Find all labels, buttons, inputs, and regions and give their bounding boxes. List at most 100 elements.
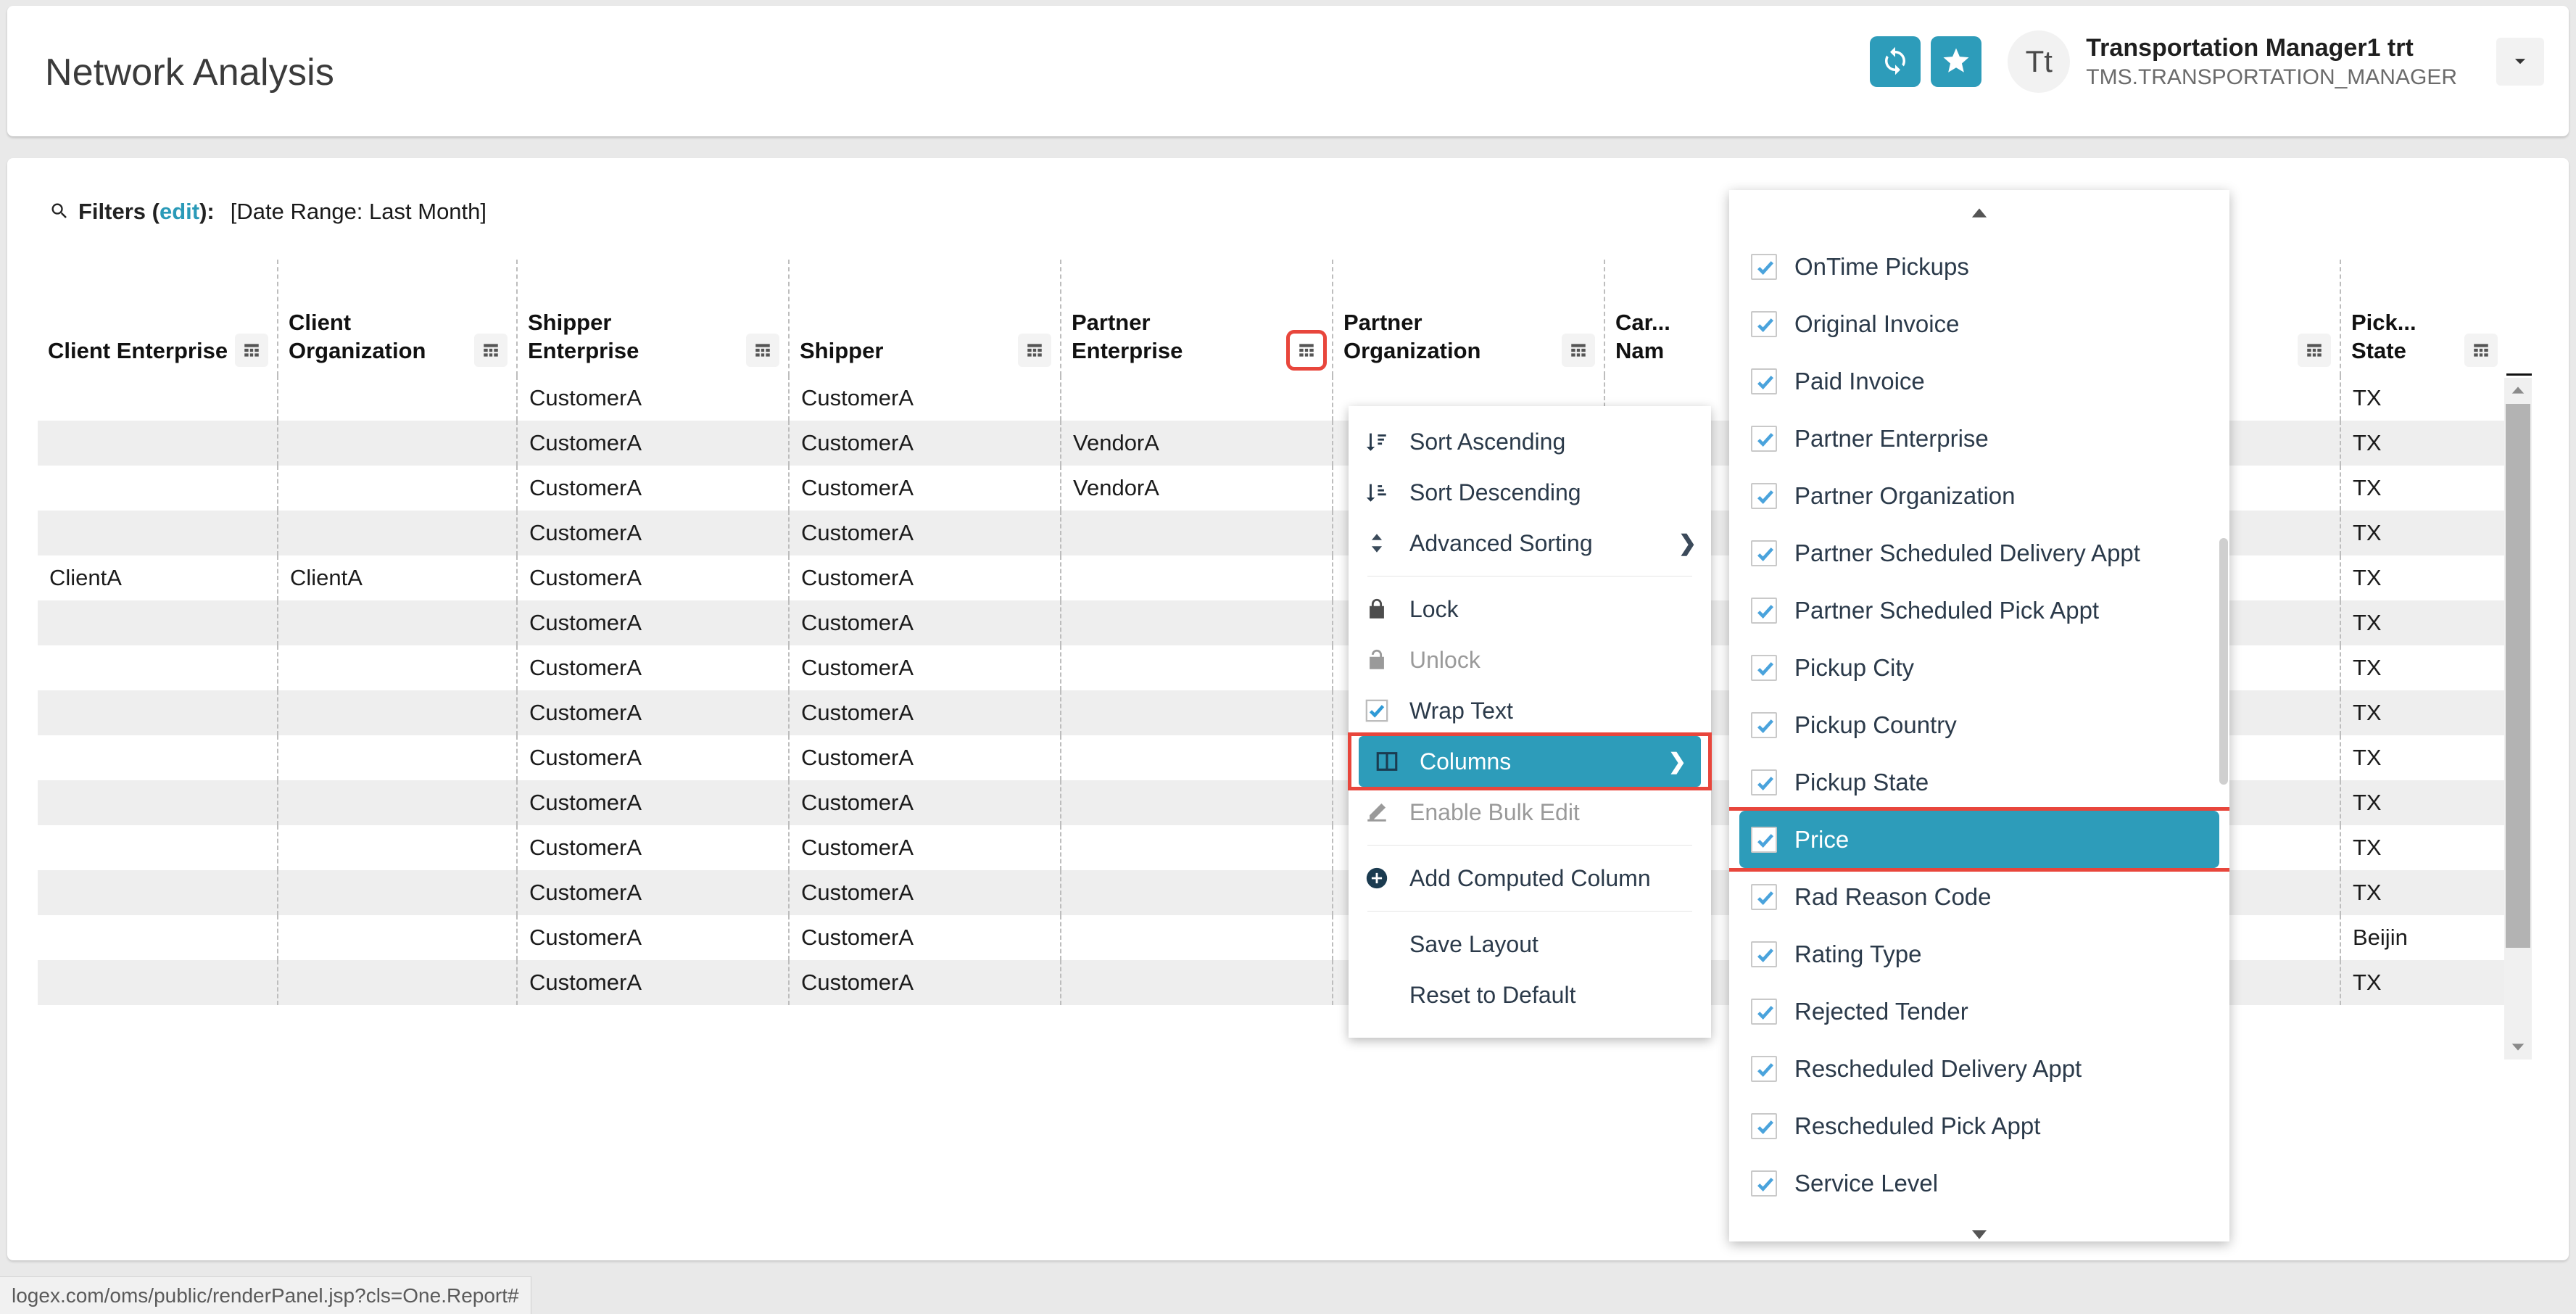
column-toggle-item[interactable]: Pickup Country [1729,696,2229,753]
context-menu-item[interactable]: Sort Ascending [1349,416,1711,467]
checkbox-checked-icon[interactable] [1751,711,1777,738]
table-cell [38,376,277,421]
table-cell: CustomerA [788,466,1060,511]
checkbox-checked-icon[interactable] [1751,425,1777,452]
column-toggle-item[interactable]: Rating Type [1729,925,2229,983]
checkbox-checked-icon[interactable] [1751,482,1777,509]
table-cell: CustomerA [516,960,788,1005]
columns-submenu: OnTime Pickups Original Invoice Paid Invoi… [1729,190,2229,1241]
context-menu-item[interactable]: Sort Descending [1349,467,1711,518]
context-menu-item[interactable]: Lock [1349,584,1711,635]
checkbox-checked-icon[interactable] [1751,826,1777,853]
table-cell: CustomerA [516,735,788,780]
sort-ascending-icon [1364,429,1404,454]
checkbox-checked-icon[interactable] [1751,998,1777,1025]
table-cell [1060,870,1332,915]
column-menu-icon[interactable] [746,334,779,367]
grid-column-header[interactable]: Partner Organization [1332,260,1604,376]
checkbox-checked-icon[interactable] [1751,1055,1777,1082]
submenu-scroll-down[interactable] [1729,1212,2229,1241]
context-menu-item[interactable]: Advanced Sorting ❯ [1349,518,1711,569]
table-cell: CustomerA [788,600,1060,645]
grid-column-header-label: Client Enterprise [48,338,228,364]
table-cell: VendorA [1060,421,1332,466]
column-toggle-item[interactable]: Rescheduled Pick Appt [1729,1097,2229,1154]
column-toggle-item[interactable]: Partner Scheduled Pick Appt [1729,582,2229,639]
column-menu-icon[interactable] [2298,334,2331,367]
submenu-scroll-thumb[interactable] [2219,538,2228,785]
favorite-button[interactable] [1931,36,1982,87]
scroll-up-icon[interactable] [2504,378,2532,402]
grid-column-header[interactable]: Shipper Enterprise [516,260,788,376]
scroll-down-icon[interactable] [2504,1035,2532,1059]
table-cell: TX [2340,960,2506,1005]
context-menu-item[interactable]: Add Computed Column [1349,853,1711,904]
column-toggle-item[interactable]: OnTime Pickups [1729,238,2229,295]
checkbox-checked-icon[interactable] [1751,540,1777,566]
table-cell: CustomerA [788,376,1060,421]
sort-descending-icon [1364,480,1404,505]
column-menu-icon[interactable] [1562,334,1595,367]
column-toggle-item[interactable]: Price [1739,811,2219,868]
column-toggle-item[interactable]: Partner Scheduled Delivery Appt [1729,524,2229,582]
checkbox-checked-icon[interactable] [1751,941,1777,967]
context-menu-item[interactable]: Columns ❯ [1359,736,1701,787]
context-menu-item-label: Unlock [1409,646,1480,673]
vertical-scroll-thumb[interactable] [2506,404,2530,948]
column-menu-icon[interactable] [2464,334,2498,367]
column-toggle-item[interactable]: Rejected Tender [1729,983,2229,1040]
checkbox-checked-icon[interactable] [1751,1112,1777,1139]
context-menu-item[interactable]: Reset to Default [1349,970,1711,1020]
filters-edit-link[interactable]: edit [160,199,199,225]
table-cell [38,870,277,915]
grid-column-header[interactable]: Client Organization [277,260,516,376]
column-toggle-item[interactable]: Paid Invoice [1729,352,2229,410]
column-toggle-item[interactable]: Service Level [1729,1154,2229,1212]
checkbox-checked-icon[interactable] [1751,654,1777,681]
avatar: Tt [2008,30,2071,93]
table-cell [38,780,277,825]
column-toggle-item[interactable]: Pickup State [1729,753,2229,811]
columns-checkbox-list: OnTime Pickups Original Invoice Paid Invoi… [1729,238,2229,1212]
submenu-scroll-up[interactable] [1729,190,2229,238]
unlock-icon [1364,648,1404,672]
column-menu-icon[interactable] [474,334,508,367]
grid-column-header[interactable]: Pick... State [2340,260,2506,376]
column-toggle-item[interactable]: Partner Organization [1729,467,2229,524]
grid-vertical-scrollbar[interactable] [2504,378,2532,1059]
submenu-vertical-scrollbar[interactable] [2216,190,2229,1241]
column-toggle-item[interactable]: Pickup City [1729,639,2229,696]
column-toggle-item[interactable]: Rad Reason Code [1729,868,2229,925]
checkbox-checked-icon[interactable] [1751,883,1777,910]
grid-column-header[interactable]: Client Enterprise [38,260,277,376]
refresh-button[interactable] [1870,36,1921,87]
context-menu-item[interactable]: Wrap Text [1349,685,1711,736]
table-cell: CustomerA [788,511,1060,555]
grid-column-header[interactable]: Partner Enterprise [1060,260,1332,376]
column-toggle-item[interactable]: Rescheduled Delivery Appt [1729,1040,2229,1097]
column-toggle-label: Partner Enterprise [1794,424,1989,452]
checkbox-checked-icon[interactable] [1751,310,1777,337]
column-toggle-item[interactable]: Original Invoice [1729,295,2229,352]
grid-column-header[interactable]: Shipper [788,260,1060,376]
column-menu-icon[interactable] [1286,330,1327,371]
table-cell [277,466,516,511]
grid-column-header-label: Shipper [800,338,884,364]
table-cell [38,825,277,870]
table-cell: TX [2340,421,2506,466]
column-toggle-label: Rejected Tender [1794,997,1968,1025]
context-menu-item[interactable]: Save Layout [1349,919,1711,970]
column-menu-icon[interactable] [1018,334,1051,367]
checkbox-checked-icon[interactable] [1751,1170,1777,1197]
user-info: Transportation Manager1 trt TMS.TRANSPOR… [2086,33,2457,91]
table-cell: TX [2340,690,2506,735]
context-menu-item-label: Add Computed Column [1409,864,1651,891]
column-toggle-item[interactable]: Partner Enterprise [1729,410,2229,467]
checkbox-checked-icon[interactable] [1751,597,1777,624]
checkbox-checked-icon[interactable] [1751,769,1777,796]
context-menu-item-label: Sort Descending [1409,479,1581,505]
user-menu-button[interactable] [2496,38,2544,86]
checkbox-checked-icon[interactable] [1751,253,1777,280]
checkbox-checked-icon[interactable] [1751,368,1777,394]
column-menu-icon[interactable] [235,334,268,367]
